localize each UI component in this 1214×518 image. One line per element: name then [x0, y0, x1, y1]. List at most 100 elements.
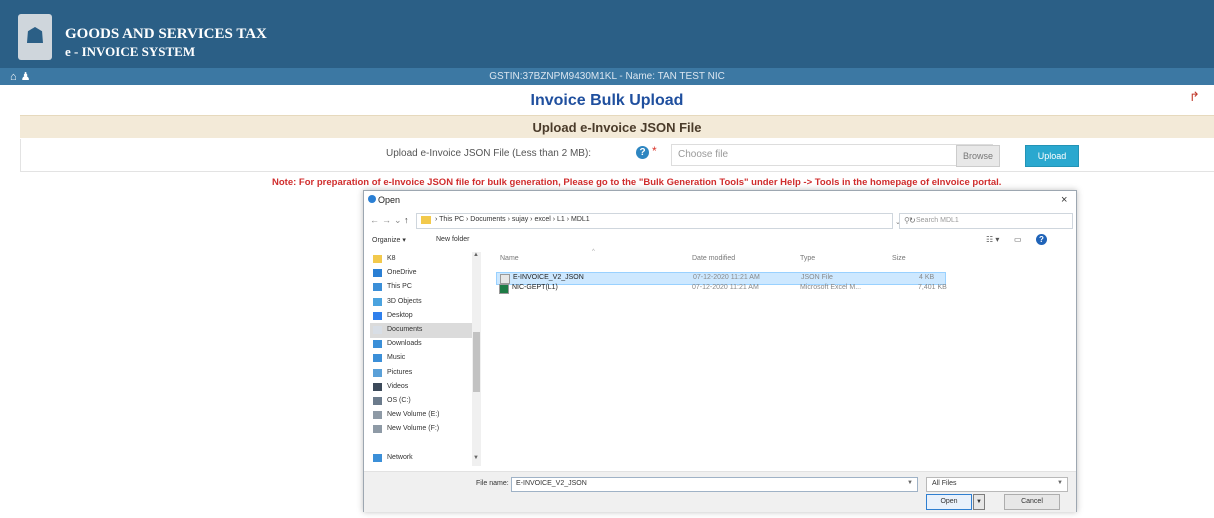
nav-item[interactable]: 3D Objects: [370, 295, 478, 310]
open-file-dialog: Open × ← → ⌄ ↑ › This PC › Documents › s…: [363, 190, 1077, 512]
bulk-tools-note: Note: For preparation of e-Invoice JSON …: [272, 177, 1002, 188]
scroll-up-icon[interactable]: ▲: [473, 252, 479, 258]
nav-item[interactable]: Documents: [370, 323, 478, 338]
nav-item[interactable]: Desktop: [370, 309, 478, 324]
required-mark: *: [652, 144, 657, 158]
user-info-bar: ⌂♟ GSTIN:37BZNPM9430M1KL - Name: TAN TES…: [0, 68, 1214, 85]
column-size[interactable]: Size: [892, 255, 906, 262]
file-type-value: All Files: [932, 480, 957, 487]
logout-icon[interactable]: ↱: [1189, 89, 1200, 105]
column-type[interactable]: Type: [800, 255, 815, 262]
back-icon[interactable]: ←: [370, 215, 379, 225]
nav-item-label: New Volume (E:): [387, 411, 440, 419]
upload-row: Upload e-Invoice JSON File (Less than 2 …: [20, 139, 1214, 172]
scroll-thumb[interactable]: [473, 332, 480, 392]
section-header: Upload e-Invoice JSON File: [20, 115, 1214, 138]
file-name-label: File name:: [476, 480, 509, 487]
nav-item-label: OS (C:): [387, 397, 411, 404]
nav-item-label: Documents: [387, 326, 423, 333]
folder-icon: [373, 255, 382, 263]
nav-item-label: New Volume (F:): [387, 425, 440, 433]
nav-item[interactable]: Network: [370, 451, 478, 466]
nav-item-label: OneDrive: [387, 269, 417, 277]
dialog-toolbar: Organize ▾ New folder ☷ ▾ ▭ ?: [364, 233, 1076, 249]
nav-item-label: This PC: [387, 283, 412, 291]
address-bar[interactable]: › This PC › Documents › sujay › excel › …: [416, 213, 916, 229]
drive-icon: [373, 411, 382, 420]
cancel-button[interactable]: Cancel: [1004, 494, 1060, 510]
recent-icon[interactable]: ⌄: [394, 215, 402, 226]
help-icon[interactable]: ?: [1036, 234, 1047, 245]
help-icon[interactable]: ?: [636, 146, 649, 159]
nav-item[interactable]: This PC: [370, 280, 478, 295]
file-chooser-placeholder: Choose file: [678, 149, 729, 160]
file-type-select[interactable]: All Files ▼: [926, 477, 1068, 492]
file-type: Microsoft Excel M...: [800, 284, 862, 291]
sort-icon: ^: [592, 249, 595, 255]
file-row[interactable]: NIC-GEPT(L1) 07-12-2020 11:21 AM Microsoft…: [496, 283, 947, 294]
new-folder-button[interactable]: New folder: [436, 236, 469, 243]
file-name-input[interactable]: E-INVOICE_V2_JSON ▼: [511, 477, 918, 492]
nav-item[interactable]: Downloads: [370, 337, 478, 352]
file-type: JSON File: [801, 274, 833, 281]
file-chooser-input[interactable]: Choose file: [671, 144, 993, 166]
section-title: Upload e-Invoice JSON File: [532, 120, 702, 135]
file-list: Name ^ Date modified Type Size E-INVOICE…: [484, 249, 1074, 466]
drive-icon: [373, 397, 382, 405]
network-icon: [373, 453, 382, 462]
upload-button[interactable]: Upload: [1025, 145, 1079, 167]
column-name[interactable]: Name: [500, 255, 519, 262]
file-name: E-INVOICE_V2_JSON: [513, 274, 584, 281]
pictures-icon: [373, 368, 382, 377]
cloud-icon: [373, 269, 382, 278]
scroll-down-icon[interactable]: ▼: [473, 455, 479, 461]
view-options-icon[interactable]: ☷ ▾: [986, 235, 999, 244]
nav-item[interactable]: K8: [370, 252, 478, 267]
excel-file-icon: [499, 284, 509, 294]
file-name: NIC-GEPT(L1): [512, 284, 558, 291]
search-icon: ⚲: [904, 216, 910, 225]
chrome-icon: [368, 195, 376, 203]
preview-pane-icon[interactable]: ▭: [1014, 235, 1022, 244]
browse-button[interactable]: Browse: [956, 145, 1000, 167]
chevron-down-icon[interactable]: ▼: [907, 480, 913, 486]
file-date: 07-12-2020 11:21 AM: [692, 284, 759, 291]
music-icon: [373, 354, 382, 363]
forward-icon[interactable]: →: [382, 215, 391, 225]
nav-item: [370, 437, 478, 452]
nav-item-label: Pictures: [387, 368, 413, 376]
column-date[interactable]: Date modified: [692, 255, 735, 262]
computer-icon: [373, 283, 382, 292]
nav-item[interactable]: Pictures: [370, 366, 478, 381]
nav-item[interactable]: Music: [370, 351, 478, 366]
organize-button[interactable]: Organize ▾: [372, 236, 406, 244]
nav-item[interactable]: New Volume (E:): [370, 408, 478, 423]
open-options-button[interactable]: ▼: [973, 494, 985, 510]
dialog-footer: File name: E-INVOICE_V2_JSON ▼ All Files…: [364, 471, 1076, 512]
nav-item[interactable]: OneDrive: [370, 266, 478, 281]
nav-scrollbar[interactable]: ▲ ▼: [472, 252, 481, 466]
search-input[interactable]: ⚲ Search MDL1: [899, 213, 1073, 229]
dialog-title: Open: [378, 195, 401, 205]
nav-item-label: K8: [387, 255, 396, 262]
nav-item-label: Videos: [387, 382, 409, 390]
nav-item[interactable]: New Volume (F:): [370, 422, 478, 437]
site-title-line1: GOODS AND SERVICES TAX: [65, 26, 267, 42]
close-icon[interactable]: ×: [1061, 194, 1067, 206]
site-header: ☗ GOODS AND SERVICES TAX e - INVOICE SYS…: [0, 0, 1214, 68]
desktop-icon: [373, 311, 382, 320]
open-button[interactable]: Open: [926, 494, 972, 510]
gstin-label: GSTIN:37BZNPM9430M1KL - Name: TAN TEST N…: [489, 71, 725, 82]
cube-icon: [373, 297, 382, 306]
breadcrumb: › This PC › Documents › sujay › excel › …: [435, 216, 590, 223]
nav-item[interactable]: Videos: [370, 380, 478, 395]
national-emblem-icon: ☗: [18, 14, 52, 60]
file-size: 4 KB: [919, 274, 935, 281]
page-title: Invoice Bulk Upload: [530, 92, 684, 109]
site-title-line2: e - INVOICE SYSTEM: [65, 44, 196, 59]
search-placeholder: Search MDL1: [916, 217, 959, 224]
documents-icon: [373, 326, 382, 334]
up-icon[interactable]: ↑: [404, 215, 409, 225]
nav-item[interactable]: OS (C:): [370, 394, 478, 409]
